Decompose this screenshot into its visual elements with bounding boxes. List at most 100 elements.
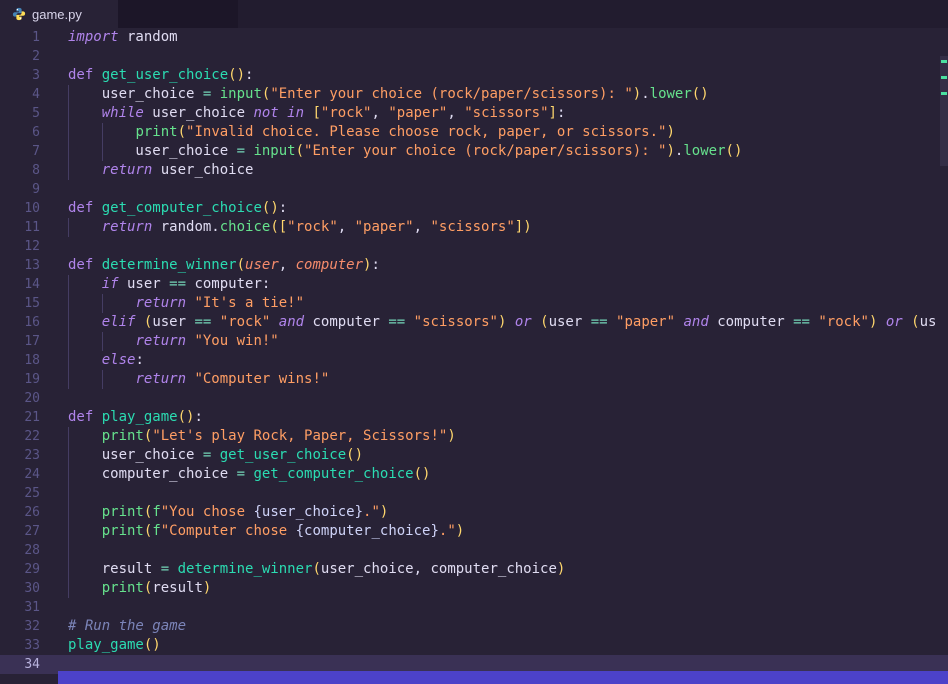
code-line-text[interactable]: while user_choice not in ["rock", "paper… xyxy=(40,104,948,123)
line-number[interactable]: 28 xyxy=(0,541,40,560)
line-number[interactable]: 8 xyxy=(0,161,40,180)
code-line[interactable]: 8 return user_choice xyxy=(0,161,948,180)
code-line[interactable]: 3 def get_user_choice(): xyxy=(0,66,948,85)
code-line-text[interactable]: def get_user_choice(): xyxy=(40,66,948,85)
code-line-text[interactable]: return random.choice(["rock", "paper", "… xyxy=(40,218,948,237)
code-line-text[interactable]: print("Let's play Rock, Paper, Scissors!… xyxy=(40,427,948,446)
tab-inactive[interactable] xyxy=(118,0,238,28)
line-number[interactable]: 29 xyxy=(0,560,40,579)
code-line-text[interactable]: return "Computer wins!" xyxy=(40,370,948,389)
code-line[interactable]: 18 else: xyxy=(0,351,948,370)
code-line-text[interactable]: print("Invalid choice. Please choose roc… xyxy=(40,123,948,142)
line-number[interactable]: 6 xyxy=(0,123,40,142)
code-line-text[interactable]: def get_computer_choice(): xyxy=(40,199,948,218)
tab-game-py[interactable]: game.py xyxy=(0,0,118,28)
code-line[interactable]: 33 play_game() xyxy=(0,636,948,655)
code-line[interactable]: 5 while user_choice not in ["rock", "pap… xyxy=(0,104,948,123)
line-number[interactable]: 2 xyxy=(0,47,40,66)
code-line[interactable]: 23 user_choice = get_user_choice() xyxy=(0,446,948,465)
line-number[interactable]: 20 xyxy=(0,389,40,408)
code-line-text[interactable]: import random xyxy=(40,28,948,47)
code-line-text[interactable]: return user_choice xyxy=(40,161,948,180)
code-line-text[interactable]: play_game() xyxy=(40,636,948,655)
horizontal-scrollbar[interactable] xyxy=(58,671,948,684)
code-line-text[interactable] xyxy=(40,237,948,256)
code-line-text[interactable]: if user == computer: xyxy=(40,275,948,294)
line-number[interactable]: 13 xyxy=(0,256,40,275)
line-number[interactable]: 11 xyxy=(0,218,40,237)
code-line[interactable]: 25 xyxy=(0,484,948,503)
code-line-text[interactable]: result = determine_winner(user_choice, c… xyxy=(40,560,948,579)
code-line[interactable]: 13 def determine_winner(user, computer): xyxy=(0,256,948,275)
code-line-text[interactable] xyxy=(40,598,948,617)
code-line[interactable]: 16 elif (user == "rock" and computer == … xyxy=(0,313,948,332)
line-number[interactable]: 10 xyxy=(0,199,40,218)
line-number[interactable]: 16 xyxy=(0,313,40,332)
code-line-text[interactable]: user_choice = input("Enter your choice (… xyxy=(40,85,948,104)
code-line[interactable]: 26 print(f"You chose {user_choice}.") xyxy=(0,503,948,522)
line-number[interactable]: 21 xyxy=(0,408,40,427)
line-number[interactable]: 14 xyxy=(0,275,40,294)
code-line[interactable]: 22 print("Let's play Rock, Paper, Scisso… xyxy=(0,427,948,446)
code-line-text[interactable] xyxy=(40,484,948,503)
line-number[interactable]: 1 xyxy=(0,28,40,47)
code-line-text[interactable]: elif (user == "rock" and computer == "sc… xyxy=(40,313,948,332)
line-number[interactable]: 32 xyxy=(0,617,40,636)
overview-ruler[interactable] xyxy=(940,28,948,684)
code-line[interactable]: 9 xyxy=(0,180,948,199)
code-line[interactable]: 29 result = determine_winner(user_choice… xyxy=(0,560,948,579)
code-line-text[interactable]: return "It's a tie!" xyxy=(40,294,948,313)
code-line[interactable]: 30 print(result) xyxy=(0,579,948,598)
line-number[interactable]: 25 xyxy=(0,484,40,503)
line-number[interactable]: 17 xyxy=(0,332,40,351)
code-line[interactable]: 24 computer_choice = get_computer_choice… xyxy=(0,465,948,484)
line-number[interactable]: 9 xyxy=(0,180,40,199)
code-line[interactable]: 32 # Run the game xyxy=(0,617,948,636)
code-line[interactable]: 14 if user == computer: xyxy=(0,275,948,294)
code-line-text[interactable]: print(result) xyxy=(40,579,948,598)
code-line-text[interactable]: else: xyxy=(40,351,948,370)
code-line[interactable]: 17 return "You win!" xyxy=(0,332,948,351)
line-number[interactable]: 19 xyxy=(0,370,40,389)
code-line-text[interactable] xyxy=(40,389,948,408)
code-line[interactable]: 2 xyxy=(0,47,948,66)
code-line[interactable]: 15 return "It's a tie!" xyxy=(0,294,948,313)
line-number[interactable]: 30 xyxy=(0,579,40,598)
code-line-text[interactable]: user_choice = get_user_choice() xyxy=(40,446,948,465)
line-number[interactable]: 27 xyxy=(0,522,40,541)
code-line[interactable]: 20 xyxy=(0,389,948,408)
line-number[interactable]: 33 xyxy=(0,636,40,655)
code-line[interactable]: 6 print("Invalid choice. Please choose r… xyxy=(0,123,948,142)
code-line[interactable]: 4 user_choice = input("Enter your choice… xyxy=(0,85,948,104)
code-line-text[interactable] xyxy=(40,47,948,66)
line-number[interactable]: 34 xyxy=(0,655,40,674)
code-line[interactable]: 27 print(f"Computer chose {computer_choi… xyxy=(0,522,948,541)
code-line[interactable]: 21 def play_game(): xyxy=(0,408,948,427)
line-number[interactable]: 3 xyxy=(0,66,40,85)
code-line-text[interactable]: computer_choice = get_computer_choice() xyxy=(40,465,948,484)
code-line[interactable]: 10 def get_computer_choice(): xyxy=(0,199,948,218)
line-number[interactable]: 23 xyxy=(0,446,40,465)
code-line-text[interactable] xyxy=(40,541,948,560)
code-line-text[interactable]: user_choice = input("Enter your choice (… xyxy=(40,142,948,161)
code-line[interactable]: 7 user_choice = input("Enter your choice… xyxy=(0,142,948,161)
code-line-text[interactable]: return "You win!" xyxy=(40,332,948,351)
line-number[interactable]: 5 xyxy=(0,104,40,123)
line-number[interactable]: 22 xyxy=(0,427,40,446)
line-number[interactable]: 4 xyxy=(0,85,40,104)
code-line-text[interactable]: def play_game(): xyxy=(40,408,948,427)
code-line-text[interactable]: # Run the game xyxy=(40,617,948,636)
code-line[interactable]: 12 xyxy=(0,237,948,256)
line-number[interactable]: 26 xyxy=(0,503,40,522)
code-line[interactable]: 28 xyxy=(0,541,948,560)
code-line-text[interactable]: print(f"Computer chose {computer_choice}… xyxy=(40,522,948,541)
code-line[interactable]: 31 xyxy=(0,598,948,617)
line-number[interactable]: 24 xyxy=(0,465,40,484)
line-number[interactable]: 31 xyxy=(0,598,40,617)
code-line-text[interactable]: print(f"You chose {user_choice}.") xyxy=(40,503,948,522)
line-number[interactable]: 15 xyxy=(0,294,40,313)
code-line[interactable]: 11 return random.choice(["rock", "paper"… xyxy=(0,218,948,237)
line-number[interactable]: 18 xyxy=(0,351,40,370)
code-line[interactable]: 19 return "Computer wins!" xyxy=(0,370,948,389)
code-line-text[interactable]: def determine_winner(user, computer): xyxy=(40,256,948,275)
